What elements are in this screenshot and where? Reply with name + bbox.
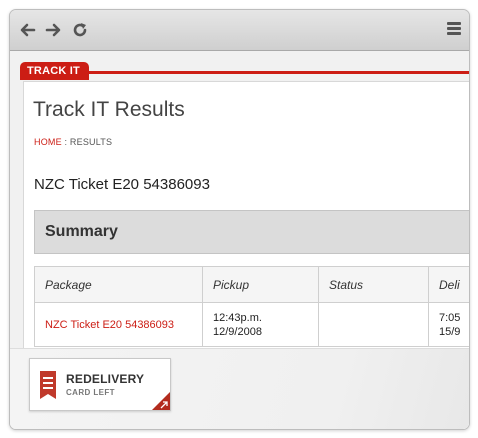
package-cell: NZC Ticket E20 54386093 bbox=[34, 302, 203, 347]
summary-title: Summary bbox=[45, 223, 118, 240]
forward-arrow-icon[interactable] bbox=[43, 20, 63, 40]
pickup-time: 12:43p.m. bbox=[213, 311, 262, 324]
diagonal-arrow-icon bbox=[160, 401, 168, 409]
column-header-status: Status bbox=[318, 266, 429, 303]
breadcrumb-separator: : bbox=[64, 137, 68, 147]
page-viewport: TRACK IT Track IT Results HOME : RESULTS… bbox=[10, 52, 469, 429]
summary-header: Summary bbox=[34, 210, 469, 254]
package-link[interactable]: NZC Ticket E20 54386093 bbox=[45, 319, 174, 331]
browser-window: TRACK IT Track IT Results HOME : RESULTS… bbox=[9, 9, 470, 430]
document-card-icon bbox=[40, 371, 56, 399]
table-row: NZC Ticket E20 54386093 12:43p.m. 12/9/2… bbox=[34, 302, 469, 347]
redelivery-subtitle: CARD LEFT bbox=[66, 388, 115, 397]
column-header-package: Package bbox=[34, 266, 203, 303]
hamburger-menu-icon[interactable] bbox=[447, 22, 461, 38]
page-title: Track IT Results bbox=[33, 98, 185, 121]
column-header-pickup: Pickup bbox=[202, 266, 319, 303]
column-header-delivery: Deli bbox=[428, 266, 469, 303]
breadcrumb-home-link[interactable]: HOME bbox=[34, 137, 62, 147]
browser-toolbar bbox=[10, 10, 469, 51]
reload-icon[interactable] bbox=[70, 20, 90, 40]
track-it-tab[interactable]: TRACK IT bbox=[20, 62, 89, 80]
breadcrumb-current: RESULTS bbox=[69, 137, 113, 147]
redelivery-title: REDELIVERY bbox=[66, 372, 145, 386]
delivery-cell: 7:05 15/9 bbox=[428, 302, 469, 347]
results-table: Package Pickup Status Deli NZC Ticket E2… bbox=[34, 266, 469, 347]
back-arrow-icon[interactable] bbox=[18, 20, 38, 40]
breadcrumb: HOME : RESULTS bbox=[34, 137, 112, 147]
delivery-time: 7:05 bbox=[439, 311, 461, 324]
redelivery-card-button[interactable]: REDELIVERY CARD LEFT bbox=[29, 358, 171, 411]
status-cell bbox=[318, 302, 429, 347]
pickup-date: 12/9/2008 bbox=[213, 325, 262, 338]
pickup-cell: 12:43p.m. 12/9/2008 bbox=[202, 302, 319, 347]
ticket-heading: NZC Ticket E20 54386093 bbox=[34, 176, 210, 193]
table-header-row: Package Pickup Status Deli bbox=[34, 266, 469, 303]
delivery-date: 15/9 bbox=[439, 325, 461, 338]
